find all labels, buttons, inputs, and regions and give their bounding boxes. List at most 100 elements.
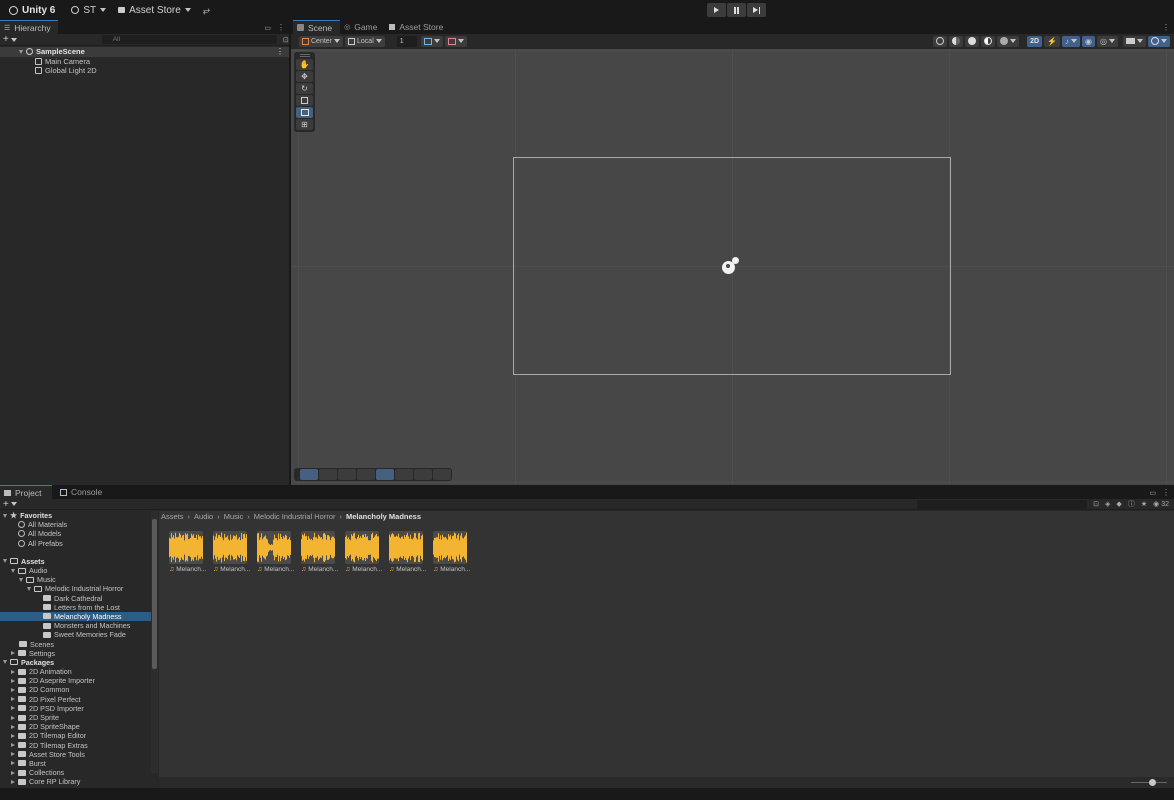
expand-arrow-icon[interactable] (11, 733, 15, 738)
folder-tree-item[interactable]: Dark Cathedral (0, 594, 151, 603)
create-button[interactable]: + (3, 499, 9, 510)
pause-button[interactable] (727, 3, 746, 17)
toggle-2d-button[interactable]: 2D (1027, 35, 1043, 47)
expand-arrow-icon[interactable] (11, 752, 15, 757)
drag-handle[interactable] (299, 54, 310, 57)
package-item[interactable]: Burst (0, 759, 151, 768)
package-item[interactable]: Core RP Library (0, 777, 151, 786)
overlay-grid-button[interactable] (319, 469, 337, 480)
pivot-dropdown[interactable]: Center (299, 35, 344, 47)
lighting-toggle[interactable]: ⚡ (1044, 35, 1061, 47)
audio-asset[interactable]: ♫ Melanch... (345, 531, 382, 573)
favorites-item[interactable]: All Models (0, 529, 151, 538)
lighting-mode-button[interactable] (981, 35, 996, 47)
expand-arrow-icon[interactable] (3, 513, 7, 518)
package-item[interactable]: Collections (0, 768, 151, 777)
expand-arrow-icon[interactable] (11, 687, 15, 692)
breadcrumb-current[interactable]: Melancholy Madness (346, 512, 421, 521)
package-item[interactable]: 2D Common (0, 685, 151, 694)
overlay-camera-button[interactable] (414, 469, 432, 480)
favorites-item[interactable]: All Materials (0, 520, 151, 529)
scene-row[interactable]: SampleScene ⋮ (0, 47, 289, 57)
audio-asset[interactable]: ♫ Melanch... (389, 531, 426, 573)
overlay-brush-button[interactable] (376, 469, 394, 480)
search-by-type-icon[interactable]: ⊡ (1093, 500, 1099, 508)
filter-by-label-icon[interactable]: ◆ (1116, 500, 1121, 508)
scene-viewport[interactable]: ✋ ✥ ↻ ⊞ (291, 49, 1174, 485)
tab-asset-store[interactable]: Asset Store (385, 20, 452, 34)
package-item[interactable]: 2D Aseprite Importer (0, 676, 151, 685)
orientation-button[interactable] (933, 35, 948, 47)
asset-store-dropdown[interactable]: Asset Store (115, 3, 194, 17)
expand-arrow-icon[interactable] (3, 559, 7, 564)
project-search-input[interactable] (917, 499, 1088, 509)
grid-snap-field[interactable]: 1 (396, 35, 417, 47)
more-menu-icon[interactable]: ⋮ (1162, 23, 1170, 32)
move-tool-button[interactable]: ✥ (296, 71, 313, 82)
info-icon[interactable]: ⓘ (1128, 499, 1135, 509)
lock-icon[interactable]: ▭ (1149, 489, 1156, 497)
expand-arrow-icon[interactable] (11, 697, 15, 702)
expand-arrow-icon[interactable] (11, 779, 15, 784)
scrollbar-thumb[interactable] (152, 519, 157, 669)
draw-mode-button[interactable] (949, 35, 964, 47)
camera-settings-dropdown[interactable] (1123, 35, 1146, 47)
expand-arrow-icon[interactable] (11, 761, 15, 766)
assets-header[interactable]: Assets (0, 557, 151, 566)
more-menu-icon[interactable]: ⋮ (1162, 488, 1170, 497)
step-button[interactable] (747, 3, 766, 17)
overlay-swap-button[interactable] (433, 469, 451, 480)
unity-menu[interactable]: Unity 6 (6, 3, 58, 17)
package-item[interactable]: 2D Sprite (0, 713, 151, 722)
expand-arrow-icon[interactable] (11, 724, 15, 729)
version-control-button[interactable]: ⥂ (200, 3, 213, 17)
expand-arrow-icon[interactable] (11, 706, 15, 711)
expand-arrow-icon[interactable] (11, 678, 15, 683)
breadcrumb-item[interactable]: Assets (161, 512, 184, 521)
overlay-rect-button[interactable] (300, 469, 318, 480)
chevron-down-icon[interactable] (10, 502, 17, 506)
transform-tool-button[interactable]: ⊞ (296, 119, 313, 130)
package-item[interactable]: 2D Tilemap Editor (0, 731, 151, 740)
hidden-objects-dropdown[interactable]: ◎ (1097, 35, 1118, 47)
slider-thumb[interactable] (1149, 779, 1156, 786)
favorites-header[interactable]: ★ Favorites (0, 511, 151, 520)
account-dropdown[interactable]: ST (68, 3, 109, 17)
hierarchy-item[interactable]: Main Camera (0, 57, 289, 67)
expand-arrow-icon[interactable] (11, 770, 15, 775)
render-mode-button[interactable] (965, 35, 980, 47)
hand-tool-button[interactable]: ✋ (296, 59, 313, 70)
favorite-star-icon[interactable]: ★ (1141, 500, 1147, 508)
package-item[interactable]: 2D SpriteShape (0, 722, 151, 731)
create-button[interactable]: + (3, 34, 9, 45)
expand-arrow-icon[interactable] (3, 660, 7, 665)
overlay-search-button[interactable] (395, 469, 413, 480)
scale-tool-button[interactable] (296, 95, 313, 106)
package-item[interactable]: 2D Tilemap Extras (0, 741, 151, 750)
folder-tree-item[interactable]: Melancholy Madness (0, 611, 151, 622)
breadcrumb-item[interactable]: Music (224, 512, 244, 521)
breadcrumb-item[interactable]: Audio (194, 512, 213, 521)
light-gizmo-icon[interactable] (722, 257, 740, 275)
audio-asset[interactable]: ♫ Melanch... (301, 531, 338, 573)
expand-arrow-icon[interactable] (11, 715, 15, 720)
more-menu-icon[interactable]: ⋮ (277, 23, 285, 32)
play-button[interactable] (707, 3, 726, 17)
rotate-tool-button[interactable]: ↻ (296, 83, 313, 94)
tree-scrollbar[interactable] (151, 511, 158, 773)
grid-visibility-dropdown[interactable] (420, 35, 443, 47)
lock-icon[interactable]: ▭ (264, 24, 271, 32)
audio-asset[interactable]: ♫ Melanch... (169, 531, 206, 573)
space-dropdown[interactable]: Local (345, 35, 385, 47)
snap-settings-dropdown[interactable] (444, 35, 467, 47)
scene-menu-icon[interactable]: ⋮ (276, 47, 284, 56)
folder-tree-item[interactable]: Music (0, 575, 151, 584)
overlay-tilemap-button[interactable] (338, 469, 356, 480)
rect-tool-button[interactable] (296, 107, 313, 118)
package-item[interactable]: 2D PSD Importer (0, 704, 151, 713)
package-item[interactable]: 2D Pixel Perfect (0, 695, 151, 704)
package-item[interactable]: Asset Store Tools (0, 750, 151, 759)
expand-arrow-icon[interactable] (19, 577, 23, 582)
expand-arrow-icon[interactable] (27, 586, 31, 591)
hierarchy-search-input[interactable]: All (101, 35, 277, 44)
